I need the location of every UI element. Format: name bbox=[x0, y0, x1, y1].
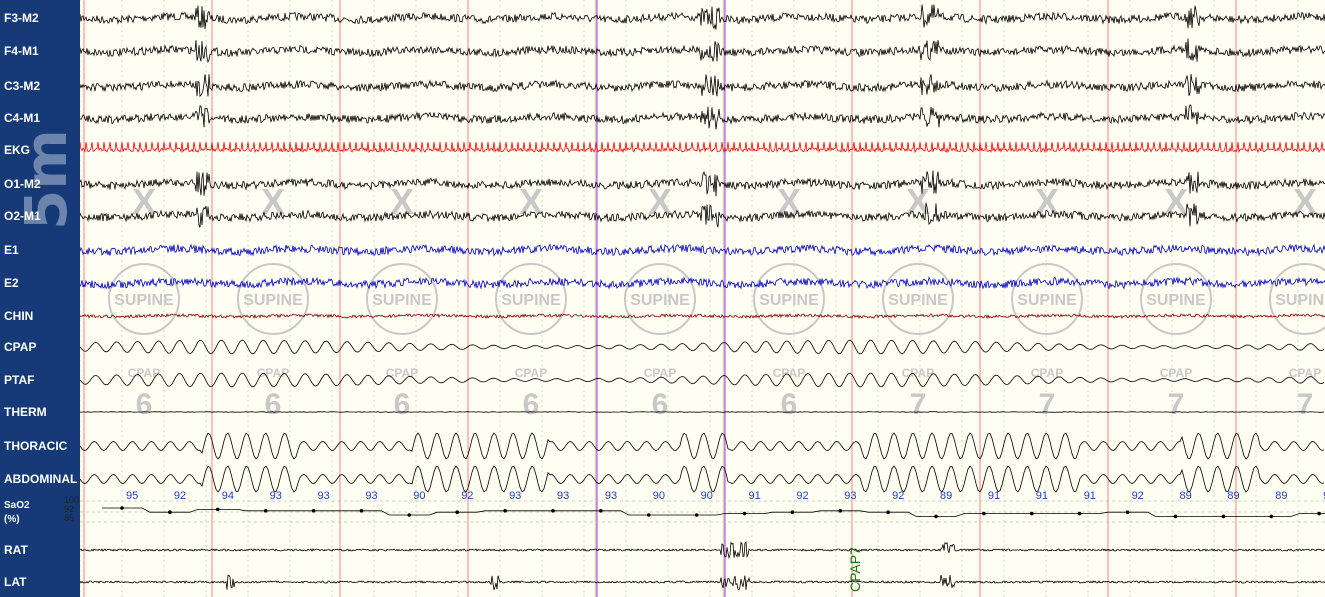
channel-label-e2[interactable]: E2 bbox=[4, 276, 19, 290]
sao2-value: 93 bbox=[605, 490, 617, 502]
sao2-value: 93 bbox=[557, 490, 569, 502]
channel-label-f3-m2[interactable]: F3-M2 bbox=[4, 11, 39, 25]
channel-label-rat[interactable]: RAT bbox=[4, 543, 28, 557]
channel-label-chin[interactable]: CHIN bbox=[4, 309, 33, 323]
trace-lat bbox=[80, 574, 1325, 591]
channel-label-thoracic[interactable]: THORACIC bbox=[4, 439, 67, 453]
channel-label-therm[interactable]: THERM bbox=[4, 405, 47, 419]
sao2-value: 92 bbox=[796, 490, 808, 502]
position-label: SUPINE bbox=[243, 292, 303, 309]
pressure-label: 6 bbox=[265, 388, 282, 421]
psg-viewer: 5m F3-M2 F4-M1 C3-M2 C4-M1 EKG O1-M2 O2-M1 E1 E2… bbox=[0, 0, 1325, 597]
pressure-label: 6 bbox=[781, 388, 798, 421]
sao2-value: 91 bbox=[749, 490, 761, 502]
position-label: SUPINE bbox=[630, 292, 690, 309]
trace-rat bbox=[80, 541, 1325, 560]
device-label: CPAP bbox=[1160, 366, 1192, 380]
trace-cpap bbox=[80, 339, 1325, 355]
trace-c3-m2 bbox=[80, 74, 1325, 98]
pressure-label: 6 bbox=[394, 388, 411, 421]
channel-label-sao2[interactable]: SaO2 (%) bbox=[4, 499, 30, 527]
sao2-value: 91 bbox=[1036, 490, 1048, 502]
position-label: SUPINE bbox=[114, 292, 174, 309]
trace-f4-m1 bbox=[80, 38, 1325, 64]
sao2-value: 92 bbox=[1132, 490, 1144, 502]
signal-canvas[interactable]: XSUPINECPAP6XSUPINECPAP6XSUPINECPAP6XSUP… bbox=[80, 0, 1325, 597]
sao2-value: 90 bbox=[413, 490, 425, 502]
sao2-value: 90 bbox=[653, 490, 665, 502]
trace-e1 bbox=[80, 243, 1325, 257]
channel-label-lat[interactable]: LAT bbox=[4, 575, 26, 589]
trace-chin bbox=[80, 312, 1325, 320]
channel-label-c3-m2[interactable]: C3-M2 bbox=[4, 79, 40, 93]
trace-e2 bbox=[80, 276, 1325, 290]
sao2-value: 90 bbox=[701, 490, 713, 502]
device-label: CPAP bbox=[644, 366, 676, 380]
device-label: CPAP bbox=[1289, 366, 1321, 380]
sao2-value: 89 bbox=[1227, 490, 1239, 502]
pressure-label: 6 bbox=[136, 388, 153, 421]
trace-f3-m2 bbox=[80, 4, 1325, 30]
sao2-value: 94 bbox=[222, 490, 234, 502]
pressure-label: 7 bbox=[1168, 388, 1185, 421]
device-label: CPAP bbox=[773, 366, 805, 380]
position-label: SUPINE bbox=[1017, 292, 1077, 309]
sao2-value: 93 bbox=[509, 490, 521, 502]
pressure-label: 7 bbox=[910, 388, 927, 421]
channel-label-abdominal[interactable]: ABDOMINAL bbox=[4, 472, 77, 486]
sao2-scale-85: 85 bbox=[64, 513, 75, 523]
channel-label-ekg[interactable]: EKG bbox=[4, 143, 30, 157]
sao2-value: 93 bbox=[844, 490, 856, 502]
device-label: CPAP bbox=[515, 366, 547, 380]
channel-label-c4-m1[interactable]: C4-M1 bbox=[4, 111, 40, 125]
position-label: SUPINE bbox=[501, 292, 561, 309]
sao2-value: 89 bbox=[1179, 490, 1191, 502]
sao2-value: 92 bbox=[461, 490, 473, 502]
channel-label-ptaf[interactable]: PTAF bbox=[4, 373, 34, 387]
sao2-value: 92 bbox=[174, 490, 186, 502]
pressure-label: 6 bbox=[523, 388, 540, 421]
sao2-value: 93 bbox=[318, 490, 330, 502]
sao2-value: 89 bbox=[1275, 490, 1287, 502]
channel-label-cpap[interactable]: CPAP bbox=[4, 340, 36, 354]
pressure-label: 7 bbox=[1297, 388, 1314, 421]
device-label: CPAP bbox=[257, 366, 289, 380]
sao2-value: 93 bbox=[270, 490, 282, 502]
position-label: SUPINE bbox=[759, 292, 819, 309]
channel-sidebar: 5m F3-M2 F4-M1 C3-M2 C4-M1 EKG O1-M2 O2-M1 E1 E2… bbox=[0, 0, 80, 597]
pressure-label: 7 bbox=[1039, 388, 1056, 421]
sao2-value: 91 bbox=[988, 490, 1000, 502]
trace-area[interactable]: X SUPINE CPAP 6 X SUPINE CPAP 6 X SUPINE CPAP 6 X SUP… bbox=[80, 0, 1325, 597]
channel-label-e1[interactable]: E1 bbox=[4, 243, 19, 257]
position-label: SUPINE bbox=[372, 292, 432, 309]
pressure-label: 6 bbox=[652, 388, 669, 421]
sao2-value: 95 bbox=[126, 490, 138, 502]
channel-label-f4-m1[interactable]: F4-M1 bbox=[4, 44, 39, 58]
sao2-value: 89 bbox=[940, 490, 952, 502]
trace-abdominal bbox=[80, 465, 1325, 493]
channel-label-o2-m1[interactable]: O2-M1 bbox=[4, 209, 41, 223]
trace-ekg bbox=[80, 141, 1325, 154]
trace-c4-m1 bbox=[80, 104, 1325, 130]
position-label: SUPINE bbox=[1146, 292, 1206, 309]
channel-label-o1-m2[interactable]: O1-M2 bbox=[4, 177, 41, 191]
event-annotation[interactable]: CPAP7 bbox=[847, 547, 863, 592]
sao2-value: 91 bbox=[1084, 490, 1096, 502]
device-label: CPAP bbox=[1031, 366, 1063, 380]
sao2-channel: 95 92 94 93 93 93 90 92 93 93 93 90 90 91 92 93 92 89 91 91… bbox=[80, 490, 1325, 523]
position-label: SUPINE bbox=[888, 292, 948, 309]
position-label: SUPINE bbox=[1275, 292, 1325, 309]
trace-thoracic bbox=[80, 432, 1325, 460]
sao2-value: 93 bbox=[365, 490, 377, 502]
sao2-value: 92 bbox=[892, 490, 904, 502]
device-label: CPAP bbox=[128, 366, 160, 380]
